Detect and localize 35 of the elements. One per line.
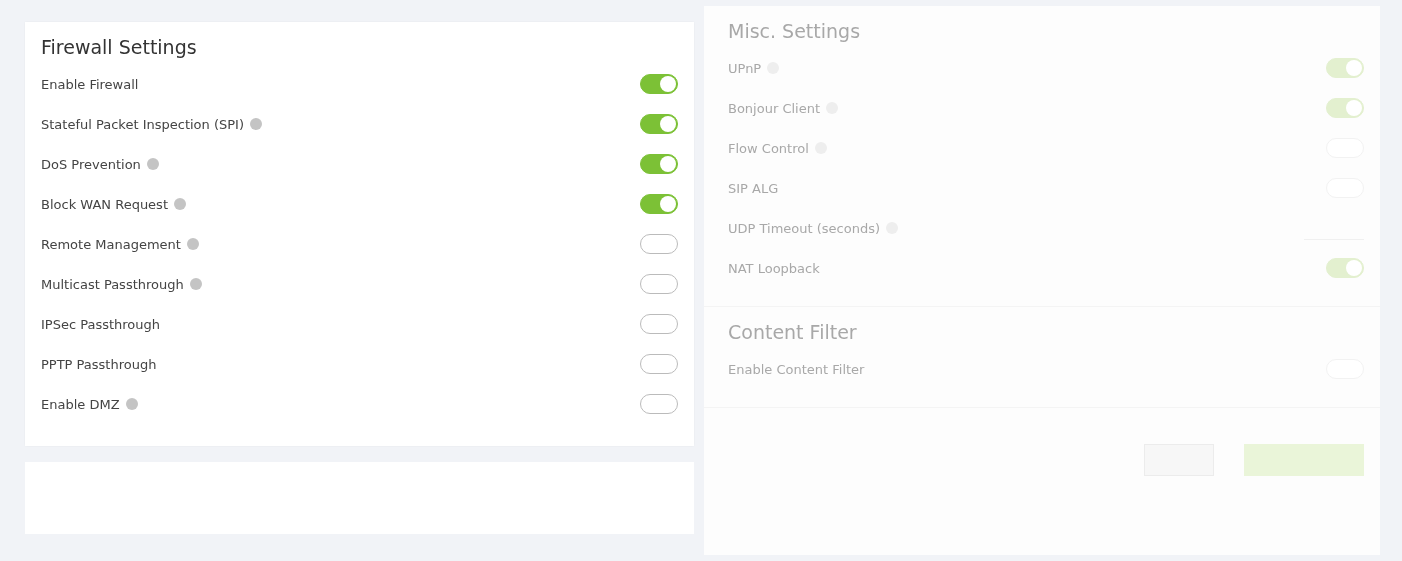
toggle-switch[interactable] bbox=[640, 234, 678, 254]
toggle-switch[interactable] bbox=[640, 154, 678, 174]
toggle-switch[interactable] bbox=[640, 314, 678, 334]
setting-label: Stateful Packet Inspection (SPI) bbox=[41, 116, 244, 132]
setting-label: Remote Management bbox=[41, 236, 181, 252]
setting-label: IPSec Passthrough bbox=[41, 316, 161, 332]
setting-label: UDP Timeout (seconds) bbox=[728, 220, 880, 236]
section-title: Misc. Settings bbox=[728, 20, 862, 42]
toggle-switch[interactable] bbox=[640, 74, 678, 94]
primary-button[interactable] bbox=[1244, 444, 1364, 476]
setting-label: PPTP Passthrough bbox=[41, 356, 157, 372]
setting-label: Enable Firewall bbox=[41, 76, 139, 92]
toggle-switch[interactable] bbox=[640, 194, 678, 214]
info-icon[interactable] bbox=[146, 158, 159, 170]
setting-label: Enable Content Filter bbox=[728, 361, 865, 377]
info-icon[interactable] bbox=[174, 198, 186, 210]
setting-label: NAT Loopback bbox=[728, 260, 820, 276]
section-title: Content Filter bbox=[728, 321, 858, 343]
toggle-switch[interactable] bbox=[640, 274, 678, 294]
info-icon[interactable] bbox=[250, 118, 262, 130]
setting-label: Bonjour Client bbox=[728, 100, 821, 116]
setting-label: Enable DMZ bbox=[41, 396, 120, 412]
section-title: Firewall Settings bbox=[41, 36, 198, 58]
toggle-switch[interactable] bbox=[640, 114, 678, 134]
info-icon[interactable] bbox=[125, 398, 138, 410]
setting-label: Flow Control bbox=[728, 140, 809, 156]
setting-label: Block WAN Request bbox=[41, 196, 168, 212]
info-icon[interactable] bbox=[189, 278, 202, 290]
setting-label: SIP ALG bbox=[728, 180, 779, 196]
setting-label: DoS Prevention bbox=[41, 156, 141, 172]
toggle-switch[interactable] bbox=[640, 354, 678, 374]
toggle-switch[interactable] bbox=[640, 394, 678, 414]
info-icon[interactable] bbox=[186, 238, 199, 250]
setting-label: UPnP bbox=[728, 60, 762, 76]
setting-label: Multicast Passthrough bbox=[41, 276, 184, 292]
